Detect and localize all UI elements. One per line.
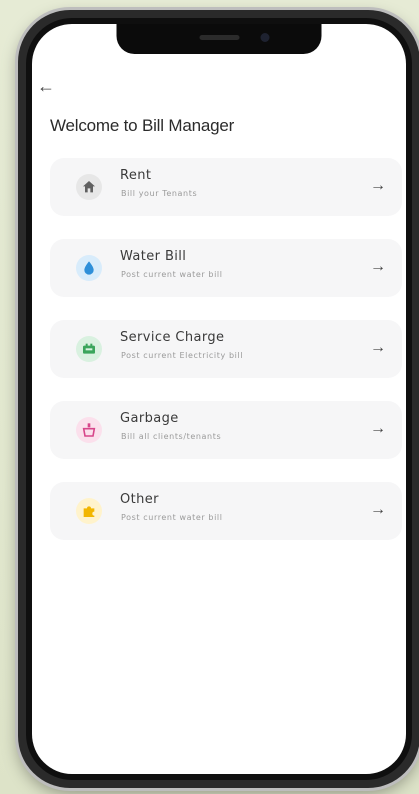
- electricity-meter-icon: [76, 336, 102, 362]
- bill-item-rent[interactable]: Rent Bill your Tenants →: [50, 158, 402, 216]
- bill-title: Other: [120, 492, 159, 507]
- app-screen: ← Welcome to Bill Manager Rent Bill your…: [32, 24, 406, 774]
- arrow-left-icon: ←: [37, 76, 55, 96]
- page-title: Welcome to Bill Manager: [50, 116, 235, 135]
- bill-title: Rent: [120, 168, 152, 183]
- front-camera: [260, 33, 270, 42]
- bill-item-service-charge[interactable]: Service Charge Post current Electricity …: [50, 320, 402, 378]
- bill-title: Water Bill: [120, 249, 187, 264]
- puzzle-piece-icon: [76, 498, 102, 524]
- phone-frame: ← Welcome to Bill Manager Rent Bill your…: [18, 10, 419, 788]
- arrow-right-icon: →: [370, 177, 386, 194]
- bill-subtitle: Post current water bill: [121, 513, 223, 522]
- bill-list: Rent Bill your Tenants → Water Bill Post…: [50, 158, 402, 563]
- arrow-right-icon: →: [370, 258, 386, 275]
- status-indicators: [362, 32, 384, 43]
- phone-notch: [116, 24, 322, 54]
- water-drop-icon: [76, 255, 102, 281]
- bill-subtitle: Bill your Tenants: [121, 189, 198, 198]
- bill-subtitle: Bill all clients/tenants: [121, 432, 222, 441]
- home-indicator-area: [32, 734, 406, 774]
- bill-title: Service Charge: [120, 330, 225, 345]
- bill-title: Garbage: [120, 411, 179, 426]
- back-button[interactable]: ←: [34, 74, 58, 98]
- bill-item-other[interactable]: Other Post current water bill →: [50, 482, 402, 540]
- arrow-right-icon: →: [370, 420, 386, 437]
- arrow-right-icon: →: [370, 501, 386, 518]
- bill-item-garbage[interactable]: Garbage Bill all clients/tenants →: [50, 401, 402, 459]
- speaker-grille: [199, 35, 239, 40]
- bill-subtitle: Post current Electricity bill: [121, 351, 244, 360]
- bill-subtitle: Post current water bill: [121, 270, 223, 279]
- trash-bin-icon: [76, 417, 102, 443]
- bill-item-water[interactable]: Water Bill Post current water bill →: [50, 239, 402, 297]
- arrow-right-icon: →: [370, 339, 386, 356]
- house-icon: [76, 174, 102, 200]
- status-time: [54, 32, 76, 43]
